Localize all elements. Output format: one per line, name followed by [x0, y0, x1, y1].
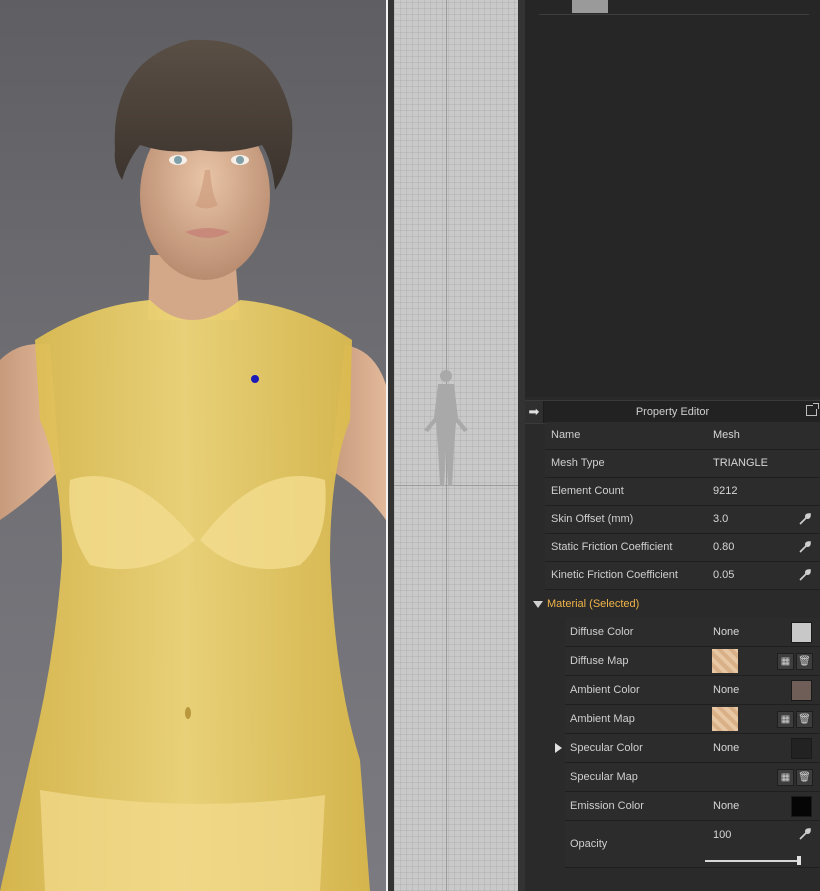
ambient-color-swatch[interactable] [791, 680, 812, 701]
slider-handle[interactable] [797, 856, 801, 865]
property-row-static-friction[interactable]: Static Friction Coefficient 0.80 [545, 534, 820, 562]
opacity-slider[interactable] [705, 856, 801, 865]
material-section-toggle[interactable]: Material (Selected) [533, 591, 820, 617]
divider [518, 0, 525, 891]
expand-arrow-icon[interactable] [555, 743, 562, 753]
property-label: Ambient Color [570, 684, 640, 696]
property-label: Kinetic Friction Coefficient [551, 569, 678, 581]
point-marker-icon [251, 375, 259, 383]
chevron-down-icon [533, 600, 543, 608]
diffuse-color-swatch[interactable] [791, 622, 812, 643]
diffuse-map-thumbnail[interactable] [712, 649, 738, 673]
material-row-specular-map: Specular Map ▦ 🗑 [565, 763, 820, 792]
property-row-name: Name Mesh [545, 422, 820, 450]
trash-icon[interactable]: 🗑 [796, 653, 813, 670]
wrench-icon[interactable] [798, 568, 812, 582]
wrench-icon[interactable] [798, 540, 812, 554]
trash-icon[interactable]: 🗑 [796, 711, 813, 728]
avatar-silhouette-icon [424, 370, 468, 486]
property-label: Ambient Map [570, 713, 635, 725]
property-label: Element Count [551, 485, 624, 497]
3d-viewport[interactable] [0, 0, 386, 891]
specular-color-swatch[interactable] [791, 738, 812, 759]
trash-icon[interactable]: 🗑 [796, 769, 813, 786]
property-value: Mesh [713, 429, 740, 441]
property-value: None [713, 800, 740, 812]
property-row-element-count: Element Count 9212 [545, 478, 820, 506]
property-editor-header: ➡ Property Editor [525, 400, 820, 424]
property-label: Mesh Type [551, 457, 605, 469]
static-friction-field[interactable]: 0.80 [713, 534, 734, 561]
material-row-ambient-color: Ambient Color None [565, 676, 820, 705]
divider [539, 14, 809, 15]
property-editor-title: Property Editor [635, 406, 710, 418]
grid-icon[interactable]: ▦ [777, 769, 794, 786]
material-section-label: Material (Selected) [547, 598, 640, 610]
property-label: Specular Map [570, 771, 638, 783]
fabric-swatch[interactable] [572, 0, 608, 13]
property-value: None [713, 626, 740, 638]
grid-icon[interactable]: ▦ [777, 653, 794, 670]
object-browser[interactable] [525, 0, 820, 397]
property-label: Specular Color [570, 742, 643, 754]
ambient-map-thumbnail[interactable] [712, 707, 738, 731]
property-value: None [713, 742, 740, 754]
slider-fill [705, 860, 801, 862]
wrench-icon[interactable] [798, 512, 812, 526]
kinetic-friction-field[interactable]: 0.05 [713, 562, 734, 589]
material-row-specular-color[interactable]: Specular Color None [555, 734, 820, 763]
material-row-emission-color: Emission Color None [565, 792, 820, 821]
property-label: Diffuse Map [570, 655, 629, 667]
grid-icon[interactable]: ▦ [777, 711, 794, 728]
right-panel: ➡ Property Editor Name Mesh Mesh Type TR… [525, 0, 820, 891]
property-row-kinetic-friction[interactable]: Kinetic Friction Coefficient 0.05 [545, 562, 820, 590]
material-row-diffuse-map: Diffuse Map ▦ 🗑 [565, 647, 820, 676]
property-value: TRIANGLE [713, 457, 769, 469]
wrench-icon[interactable] [798, 827, 812, 841]
property-value: 9212 [713, 485, 738, 497]
property-row-skin-offset[interactable]: Skin Offset (mm) 3.0 [545, 506, 820, 534]
avatar-render [0, 39, 386, 891]
property-value: None [713, 684, 740, 696]
property-label: Skin Offset (mm) [551, 513, 634, 525]
emission-color-swatch[interactable] [791, 796, 812, 817]
property-row-mesh-type: Mesh Type TRIANGLE [545, 450, 820, 478]
arrow-right-icon[interactable]: ➡ [525, 401, 544, 423]
property-label: Static Friction Coefficient [551, 541, 673, 553]
material-row-diffuse-color: Diffuse Color None [565, 618, 820, 647]
material-row-opacity: Opacity 100 [565, 821, 820, 868]
property-label: Opacity [570, 838, 608, 850]
2d-pattern-view[interactable] [394, 0, 518, 891]
popout-icon[interactable] [806, 403, 819, 416]
material-row-ambient-map: Ambient Map ▦ 🗑 [565, 705, 820, 734]
skin-offset-field[interactable]: 3.0 [713, 506, 728, 533]
opacity-value-field[interactable]: 100 [713, 828, 731, 842]
property-label: Diffuse Color [570, 626, 634, 638]
property-label: Name [551, 429, 581, 441]
property-label: Emission Color [570, 800, 644, 812]
